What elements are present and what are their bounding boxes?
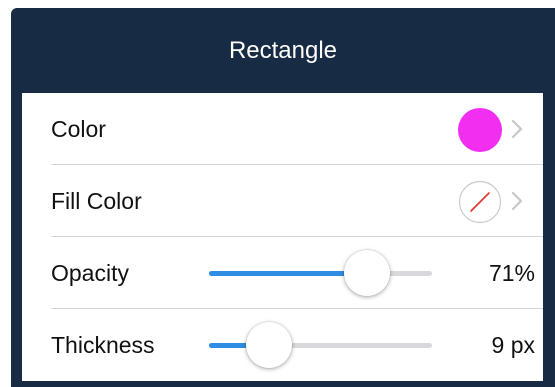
fill-color-row[interactable]: Fill Color — [22, 165, 543, 237]
opacity-label: Opacity — [51, 259, 129, 286]
thickness-row: Thickness 9 px — [22, 309, 543, 381]
thickness-value: 9 px — [491, 331, 535, 358]
panel-title: Rectangle — [228, 36, 338, 64]
color-label: Color — [51, 115, 106, 142]
properties-panel: Rectangle Color Fill Color Opacity 71% T… — [11, 8, 555, 387]
color-row[interactable]: Color — [22, 93, 543, 165]
no-fill-icon[interactable] — [458, 180, 502, 224]
chevron-right-icon — [511, 191, 523, 211]
properties-list: Color Fill Color Opacity 71% Thickness 9… — [22, 93, 543, 381]
slider-thumb[interactable] — [246, 322, 292, 368]
thickness-label: Thickness — [51, 331, 155, 358]
slider-thumb[interactable] — [344, 250, 390, 296]
chevron-right-icon — [511, 119, 523, 139]
opacity-row: Opacity 71% — [22, 237, 543, 309]
thickness-slider[interactable] — [209, 309, 432, 381]
fill-color-label: Fill Color — [51, 187, 142, 214]
color-swatch[interactable] — [458, 108, 502, 152]
opacity-value: 71% — [488, 259, 535, 286]
opacity-slider[interactable] — [209, 237, 432, 309]
